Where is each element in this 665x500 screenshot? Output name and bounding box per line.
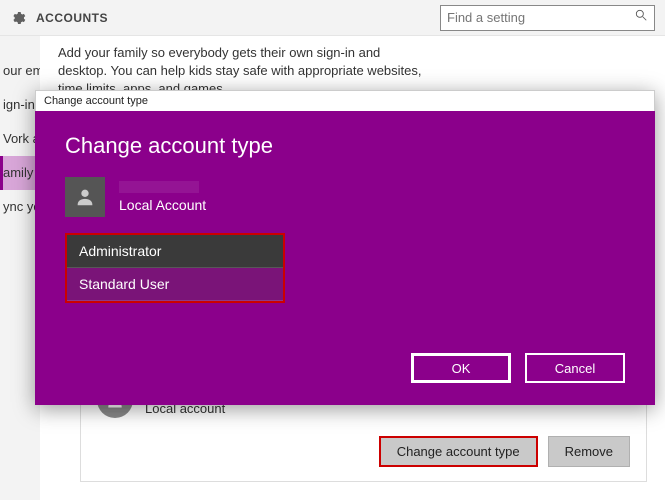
sidebar-item-work[interactable]: Vork a bbox=[0, 122, 40, 156]
ok-button[interactable]: OK bbox=[411, 353, 511, 383]
gear-icon bbox=[10, 10, 26, 26]
top-bar: ACCOUNTS bbox=[0, 0, 665, 36]
sidebar: our email and accounts ign-in Vork a ami… bbox=[0, 36, 40, 500]
search-box[interactable] bbox=[440, 5, 655, 31]
sidebar-item-signin[interactable]: ign-in bbox=[0, 88, 40, 122]
dialog-user-info: Local Account bbox=[119, 181, 206, 213]
dialog-titlebar[interactable]: Change account type bbox=[35, 90, 655, 111]
sidebar-item-sync[interactable]: ync yo bbox=[0, 190, 40, 224]
dialog-user-row: Local Account bbox=[65, 177, 625, 217]
sidebar-item-email[interactable]: our email and accounts bbox=[0, 54, 40, 88]
cancel-button[interactable]: Cancel bbox=[525, 353, 625, 383]
remove-button[interactable]: Remove bbox=[548, 436, 630, 467]
account-type-dropdown[interactable]: Administrator Standard User bbox=[65, 233, 285, 303]
search-icon bbox=[634, 8, 648, 27]
dialog-buttons: OK Cancel bbox=[65, 353, 625, 383]
dialog-heading: Change account type bbox=[65, 133, 625, 159]
option-administrator[interactable]: Administrator bbox=[67, 235, 283, 268]
dialog-avatar-icon bbox=[65, 177, 105, 217]
sidebar-item-family[interactable]: amily a bbox=[0, 156, 40, 190]
dialog-user-type: Local Account bbox=[119, 197, 206, 213]
change-account-type-dialog: Change account type Change account type … bbox=[35, 90, 655, 405]
page-title: ACCOUNTS bbox=[36, 11, 108, 25]
option-standard-user[interactable]: Standard User bbox=[67, 268, 283, 301]
dialog-user-name-redacted bbox=[119, 181, 199, 193]
search-input[interactable] bbox=[447, 10, 634, 25]
dialog-body: Change account type Local Account Admini… bbox=[35, 111, 655, 405]
change-account-type-button[interactable]: Change account type bbox=[379, 436, 538, 467]
user-buttons: Change account type Remove bbox=[97, 436, 630, 467]
